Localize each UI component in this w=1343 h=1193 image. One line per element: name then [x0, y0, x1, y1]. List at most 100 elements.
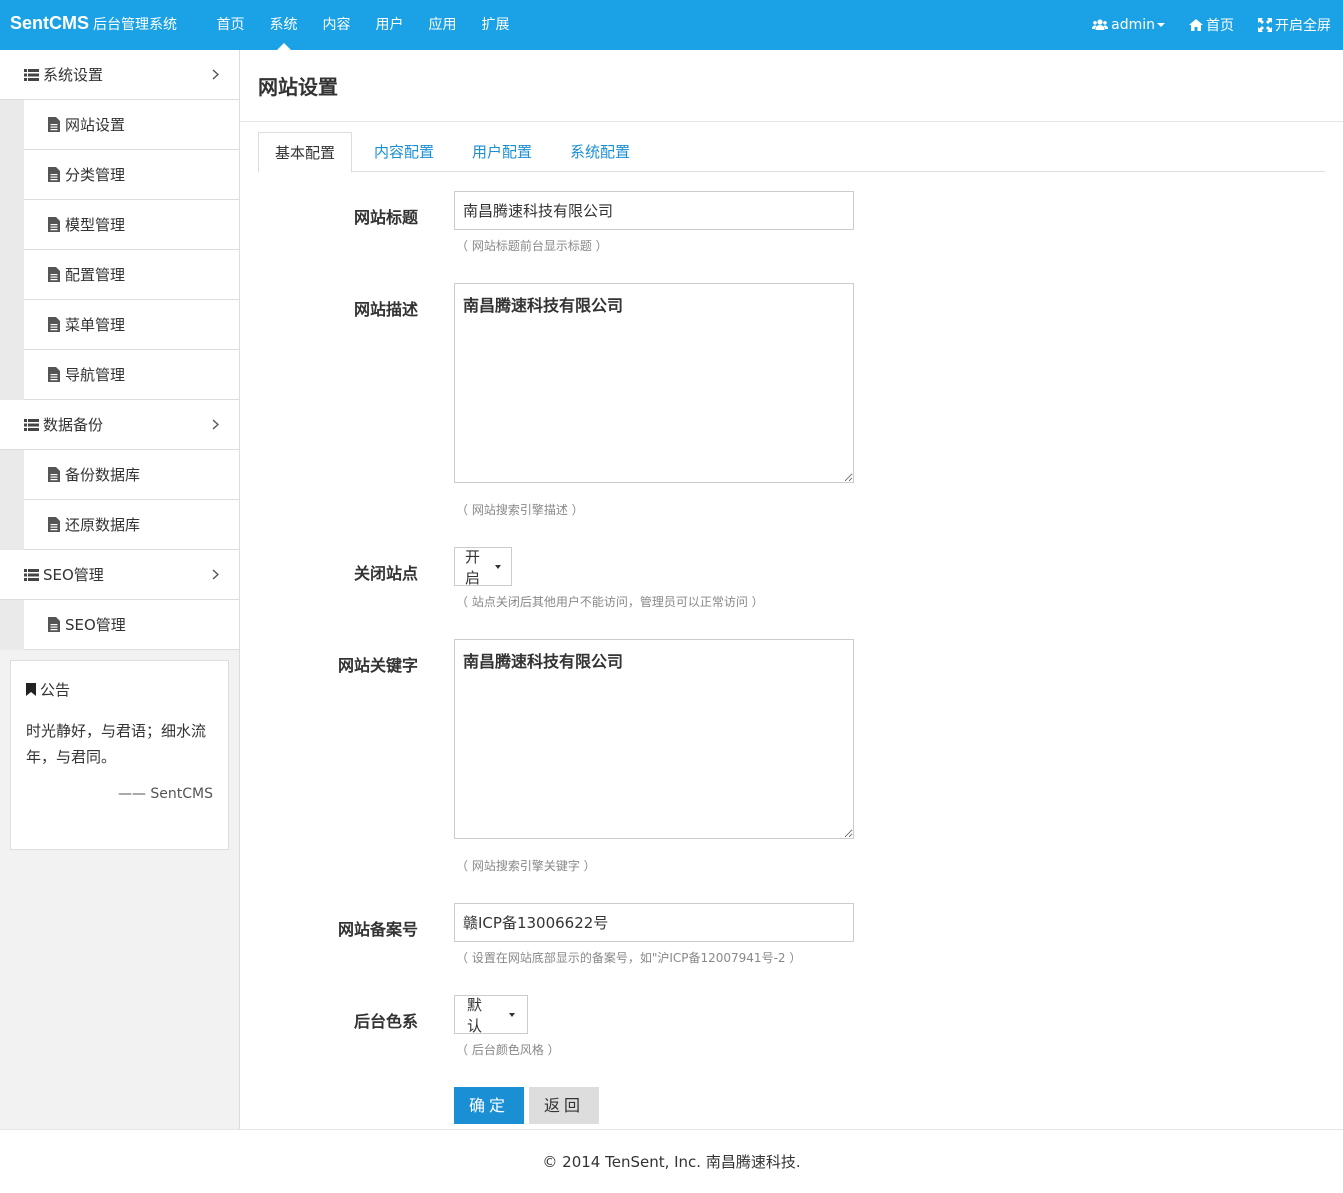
nav-item-system[interactable]: 系统: [257, 0, 310, 50]
tab-system[interactable]: 系统配置: [554, 132, 646, 172]
caret-down-icon: [495, 564, 501, 569]
close-site-label: 关闭站点: [353, 564, 418, 583]
icp-help: （ 设置在网站底部显示的备案号，如"沪ICP备12007941号-2 ）: [456, 951, 802, 965]
fullscreen-icon: [1258, 18, 1272, 32]
main-content: 网站设置 基本配置 内容配置 用户配置 系统配置 网站标题 （ 网站标题前台显示…: [240, 50, 1343, 1129]
home-link[interactable]: 首页: [1189, 15, 1234, 35]
sidebar-item-label: SEO管理: [65, 616, 126, 634]
site-title-input[interactable]: [454, 191, 854, 230]
brand-name: SentCMS: [10, 13, 90, 33]
sidebar-item-label: 导航管理: [65, 366, 126, 384]
color-scheme-help: （ 后台颜色风格 ）: [456, 1043, 560, 1057]
sidebar-item-label: 菜单管理: [65, 316, 126, 334]
nav-item-extend[interactable]: 扩展: [469, 0, 522, 50]
close-site-help: （ 站点关闭后其他用户不能访问，管理员可以正常访问 ）: [456, 595, 764, 609]
footer-copyright: © 2014 TenSent, Inc. 南昌腾速科技.: [542, 1153, 801, 1171]
nav-right: admin 首页 开启全屏: [1068, 0, 1331, 50]
file-icon: [48, 267, 60, 282]
users-icon: [1092, 19, 1109, 30]
bookmark-icon: [26, 683, 36, 696]
nav-item-home[interactable]: 首页: [204, 0, 257, 50]
site-keywords-label: 网站关键字: [337, 656, 418, 675]
sidebar-group-label: SEO管理: [43, 566, 104, 584]
notice-title-text: 公告: [40, 681, 71, 699]
submit-button[interactable]: 确定: [454, 1087, 524, 1124]
color-scheme-label: 后台色系: [353, 1012, 418, 1031]
chevron-right-icon: [212, 69, 219, 80]
page-title: 网站设置: [258, 75, 338, 99]
back-button[interactable]: 返回: [529, 1087, 599, 1124]
sidebar-sublist-backup: 备份数据库 还原数据库: [0, 450, 239, 550]
file-icon: [48, 217, 60, 232]
sidebar-group-system[interactable]: 系统设置: [0, 50, 239, 100]
sidebar-group-seo[interactable]: SEO管理: [0, 550, 239, 600]
sidebar: 系统设置 网站设置 分类管理 模型管理 配置管理 菜单管理 导航管理 数据备份 …: [0, 50, 240, 1129]
color-scheme-select[interactable]: 默认: [454, 995, 528, 1035]
main-nav: 首页 系统 内容 用户 应用 扩展: [204, 0, 522, 50]
notice-title: 公告: [26, 679, 213, 700]
brand-subtitle: 后台管理系统: [93, 17, 178, 33]
nav-item-user[interactable]: 用户: [363, 0, 416, 50]
close-site-value: 开启: [465, 547, 481, 587]
list-icon: [24, 68, 39, 81]
tab-user[interactable]: 用户配置: [456, 132, 548, 172]
sidebar-item-site-settings[interactable]: 网站设置: [24, 100, 239, 150]
sidebar-item-backup-db[interactable]: 备份数据库: [24, 450, 239, 500]
page-header: 网站设置: [240, 50, 1343, 122]
site-keywords-textarea[interactable]: 南昌腾速科技有限公司: [454, 639, 854, 839]
close-site-select[interactable]: 开启: [454, 547, 512, 587]
site-title-help: （ 网站标题前台显示标题 ）: [456, 239, 608, 253]
color-scheme-value: 默认: [467, 995, 483, 1035]
sidebar-item-label: 分类管理: [65, 166, 126, 184]
sidebar-item-config[interactable]: 配置管理: [24, 250, 239, 300]
fullscreen-toggle[interactable]: 开启全屏: [1258, 15, 1331, 35]
sidebar-item-label: 模型管理: [65, 216, 126, 234]
nav-item-app[interactable]: 应用: [416, 0, 469, 50]
file-icon: [48, 317, 60, 332]
site-description-help: （ 网站搜索引擎描述 ）: [456, 503, 584, 517]
list-icon: [24, 418, 39, 431]
sidebar-item-label: 备份数据库: [65, 466, 141, 484]
sidebar-item-label: 网站设置: [65, 116, 126, 134]
file-icon: [48, 467, 60, 482]
icp-label: 网站备案号: [337, 920, 418, 939]
sidebar-item-label: 还原数据库: [65, 516, 141, 534]
file-icon: [48, 517, 60, 532]
chevron-right-icon: [212, 569, 219, 580]
tab-content[interactable]: 内容配置: [358, 132, 450, 172]
site-title-label: 网站标题: [353, 208, 418, 227]
sidebar-item-restore-db[interactable]: 还原数据库: [24, 500, 239, 550]
home-link-label: 首页: [1206, 18, 1234, 34]
caret-down-icon: [1157, 23, 1165, 27]
user-menu[interactable]: admin: [1092, 17, 1165, 33]
sidebar-group-label: 系统设置: [43, 66, 104, 84]
site-description-label: 网站描述: [353, 300, 418, 319]
file-icon: [48, 617, 60, 632]
nav-item-content[interactable]: 内容: [310, 0, 363, 50]
home-icon: [1189, 19, 1203, 31]
sidebar-item-seo[interactable]: SEO管理: [24, 600, 239, 650]
sidebar-item-model[interactable]: 模型管理: [24, 200, 239, 250]
notice-body: 时光静好，与君语；细水流年，与君同。: [26, 722, 207, 766]
site-description-textarea[interactable]: 南昌腾速科技有限公司: [454, 283, 854, 483]
sidebar-item-label: 配置管理: [65, 266, 126, 284]
sidebar-item-menu[interactable]: 菜单管理: [24, 300, 239, 350]
footer: © 2014 TenSent, Inc. 南昌腾速科技.: [0, 1129, 1343, 1193]
tab-basic[interactable]: 基本配置: [258, 132, 353, 173]
file-icon: [48, 117, 60, 132]
config-tabs: 基本配置 内容配置 用户配置 系统配置: [258, 132, 1325, 173]
top-navbar: SentCMS 后台管理系统 首页 系统 内容 用户 应用 扩展 admin 首页…: [0, 0, 1343, 50]
sidebar-group-backup[interactable]: 数据备份: [0, 400, 239, 450]
icp-input[interactable]: [454, 903, 854, 942]
notice-signature: —— SentCMS: [117, 786, 213, 802]
sidebar-sublist-seo: SEO管理: [0, 600, 239, 650]
fullscreen-label: 开启全屏: [1275, 18, 1331, 34]
list-icon: [24, 568, 39, 581]
sidebar-item-category[interactable]: 分类管理: [24, 150, 239, 200]
file-icon: [48, 167, 60, 182]
caret-down-icon: [509, 1012, 515, 1017]
sidebar-sublist-system: 网站设置 分类管理 模型管理 配置管理 菜单管理 导航管理: [0, 100, 239, 400]
brand-logo[interactable]: SentCMS 后台管理系统: [10, 13, 177, 37]
sidebar-item-navigation[interactable]: 导航管理: [24, 350, 239, 400]
notice-panel: 公告 时光静好，与君语；细水流年，与君同。 —— SentCMS: [10, 660, 229, 850]
